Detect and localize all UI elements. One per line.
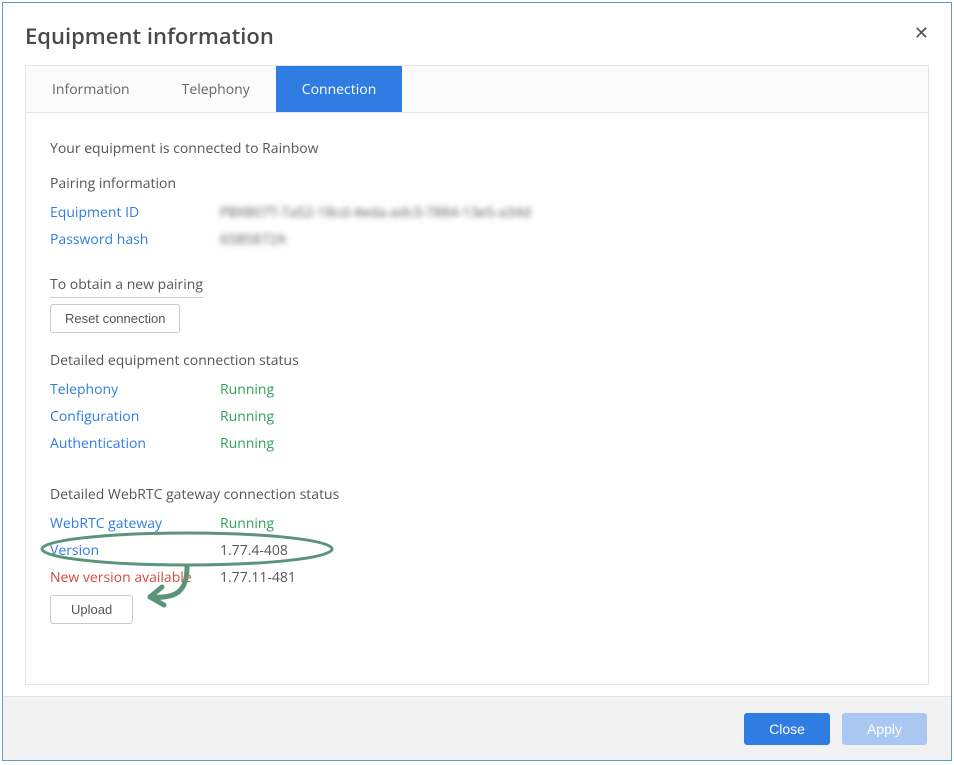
version-label: Version — [50, 541, 220, 560]
obtain-new-pairing-label: To obtain a new pairing — [50, 275, 203, 298]
close-button[interactable]: Close — [744, 713, 830, 745]
tab-bar: Information Telephony Connection — [25, 65, 929, 113]
row-new-version: New version available 1.77.11-481 — [50, 568, 904, 587]
row-version: Version 1.77.4-408 — [50, 541, 904, 560]
connection-status-line: Your equipment is connected to Rainbow — [50, 139, 904, 158]
reset-connection-button[interactable]: Reset connection — [50, 304, 180, 333]
authentication-status-label: Authentication — [50, 434, 220, 453]
configuration-status-value: Running — [220, 407, 274, 426]
webrtc-heading: Detailed WebRTC gateway connection statu… — [50, 485, 904, 504]
version-value: 1.77.4-408 — [220, 541, 288, 560]
telephony-status-value: Running — [220, 380, 274, 399]
row-webrtc-gateway: WebRTC gateway Running — [50, 514, 904, 533]
row-configuration-status: Configuration Running — [50, 407, 904, 426]
dialog-title: Equipment information — [3, 3, 951, 65]
tab-connection[interactable]: Connection — [276, 66, 403, 112]
telephony-status-label: Telephony — [50, 380, 220, 399]
detailed-status-heading: Detailed equipment connection status — [50, 351, 904, 370]
dialog-footer: Close Apply — [3, 696, 951, 760]
row-authentication-status: Authentication Running — [50, 434, 904, 453]
row-equipment-id: Equipment ID PBX807T-Ta52-18cd-4eda-adc3… — [50, 203, 904, 222]
upload-button[interactable]: Upload — [50, 595, 133, 624]
webrtc-gateway-label: WebRTC gateway — [50, 514, 220, 533]
tab-information[interactable]: Information — [26, 66, 156, 112]
equipment-info-dialog: Equipment information ✕ Information Tele… — [2, 2, 952, 761]
tab-telephony[interactable]: Telephony — [156, 66, 276, 112]
new-version-label: New version available — [50, 568, 220, 587]
tab-content-connection: Your equipment is connected to Rainbow P… — [25, 113, 929, 685]
row-password-hash: Password hash 65B5872A — [50, 230, 904, 249]
webrtc-gateway-value: Running — [220, 514, 274, 533]
password-hash-value: 65B5872A — [220, 230, 286, 249]
authentication-status-value: Running — [220, 434, 274, 453]
new-version-value: 1.77.11-481 — [220, 568, 296, 587]
row-telephony-status: Telephony Running — [50, 380, 904, 399]
close-icon[interactable]: ✕ — [914, 21, 929, 45]
dialog-body: Information Telephony Connection Your eq… — [25, 65, 929, 685]
equipment-id-value: PBX807T-Ta52-18cd-4eda-adc3-7884-13e5-a3… — [220, 203, 531, 222]
password-hash-label: Password hash — [50, 230, 220, 249]
configuration-status-label: Configuration — [50, 407, 220, 426]
equipment-id-label: Equipment ID — [50, 203, 220, 222]
pairing-heading: Pairing information — [50, 174, 904, 193]
apply-button[interactable]: Apply — [842, 713, 927, 745]
